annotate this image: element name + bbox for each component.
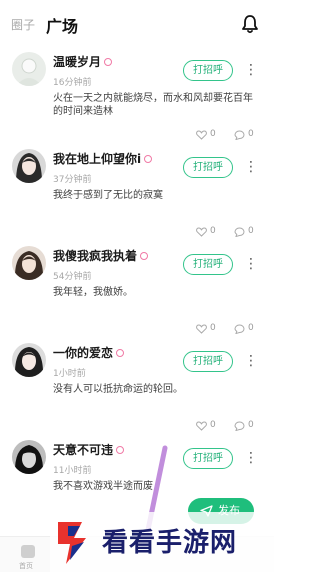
gender-icon — [144, 154, 153, 163]
heart-icon — [196, 324, 207, 334]
more-icon[interactable]: ⋮ — [244, 254, 258, 274]
comment-count: 0 — [248, 420, 254, 430]
heart-icon — [196, 130, 207, 140]
post-text: 我年轻，我傲娇。 — [53, 287, 133, 298]
top-bar: 圈子 广场 — [0, 0, 274, 46]
greet-button[interactable]: 打招呼 — [183, 157, 233, 178]
post-card[interactable]: 我傻我疯我执着 54分钟前 我年轻，我傲娇。 打招呼 ⋮ 0 0 — [0, 240, 274, 337]
heart-icon — [196, 227, 207, 237]
user-name[interactable]: 我傻我疯我执着 — [53, 247, 149, 264]
post-time: 11小时前 — [53, 466, 92, 476]
greet-button[interactable]: 打招呼 — [183, 60, 233, 81]
watermark: 看看手游网 — [50, 512, 274, 572]
avatar[interactable] — [12, 149, 46, 183]
like-count: 0 — [210, 323, 216, 333]
post-text: 我不喜欢游戏半途而废 — [53, 481, 153, 492]
user-name[interactable]: 温暖岁月 — [53, 53, 113, 70]
post-time: 1小时前 — [53, 369, 86, 379]
gender-icon — [116, 348, 125, 357]
watermark-text: 看看手游网 — [102, 528, 238, 558]
more-icon[interactable]: ⋮ — [244, 157, 258, 177]
gender-icon — [104, 57, 113, 66]
user-name[interactable]: 天意不可违 — [53, 441, 125, 458]
like-count: 0 — [210, 129, 216, 139]
avatar[interactable] — [12, 440, 46, 474]
user-name[interactable]: 一你的爱恋 — [53, 344, 125, 361]
bell-icon[interactable] — [240, 14, 260, 34]
comment-icon — [234, 227, 245, 237]
post-card[interactable]: 温暖岁月 16分钟前 火在一天之内就能烧尽，而水和风却要花百年的时间来造林 打招… — [0, 46, 274, 143]
nav-home[interactable]: 首页 — [17, 543, 39, 571]
comment-icon — [234, 421, 245, 431]
post-card[interactable]: 一你的爱恋 1小时前 没有人可以抵抗命运的轮回。 打招呼 ⋮ 0 0 — [0, 337, 274, 434]
watermark-logo — [58, 522, 86, 564]
post-text: 我终于感到了无比的寂寞 — [53, 190, 163, 201]
more-icon[interactable]: ⋮ — [244, 60, 258, 80]
gender-icon — [140, 251, 149, 260]
comment-icon — [234, 324, 245, 334]
more-icon[interactable]: ⋮ — [244, 351, 258, 371]
post-text: 没有人可以抵抗命运的轮回。 — [53, 384, 183, 395]
comment-icon — [234, 130, 245, 140]
avatar[interactable] — [12, 343, 46, 377]
avatar[interactable] — [12, 246, 46, 280]
greet-button[interactable]: 打招呼 — [183, 254, 233, 275]
greet-button[interactable]: 打招呼 — [183, 351, 233, 372]
avatar[interactable] — [12, 52, 46, 86]
user-name[interactable]: 我在地上仰望你i — [53, 150, 153, 167]
like-count: 0 — [210, 420, 216, 430]
comment-count: 0 — [248, 129, 254, 139]
post-card[interactable]: 我在地上仰望你i 37分钟前 我终于感到了无比的寂寞 打招呼 ⋮ 0 0 — [0, 143, 274, 240]
nav-home-label: 首页 — [19, 562, 33, 570]
more-icon[interactable]: ⋮ — [244, 448, 258, 468]
heart-icon — [196, 421, 207, 431]
tab-square[interactable]: 广场 — [46, 13, 78, 37]
comment-count: 0 — [248, 323, 254, 333]
post-text: 火在一天之内就能烧尽，而水和风却要花百年的时间来造林 — [53, 93, 253, 117]
tab-circle[interactable]: 圈子 — [11, 16, 35, 33]
comment-count: 0 — [248, 226, 254, 236]
greet-button[interactable]: 打招呼 — [183, 448, 233, 469]
post-time: 37分钟前 — [53, 175, 92, 185]
home-icon — [21, 545, 35, 558]
like-count: 0 — [210, 226, 216, 236]
post-time: 54分钟前 — [53, 272, 92, 282]
gender-icon — [116, 445, 125, 454]
post-time: 16分钟前 — [53, 78, 92, 88]
